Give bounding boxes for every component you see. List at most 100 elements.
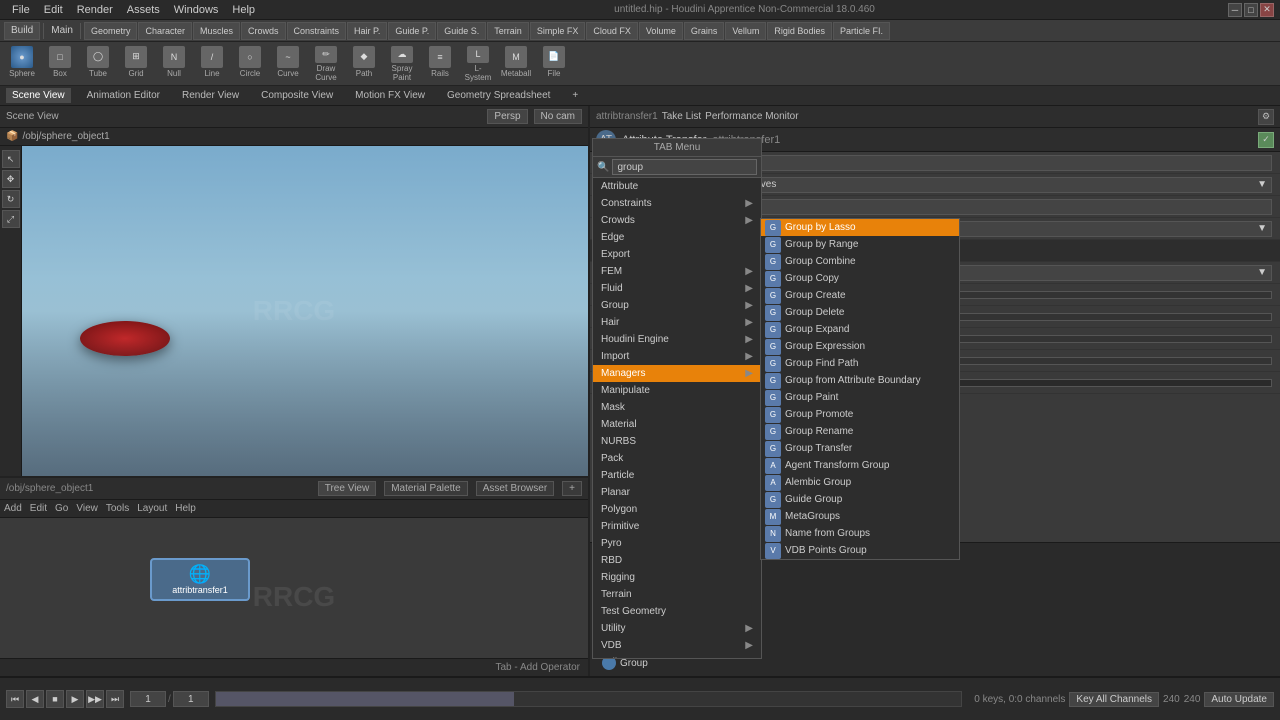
node-menu-help[interactable]: Help — [175, 503, 196, 514]
menu-item-managers[interactable]: Managers ▶ — [593, 365, 761, 382]
close-button[interactable]: ✕ — [1260, 3, 1274, 17]
node-menu-view[interactable]: View — [76, 503, 98, 514]
menu-item-fem[interactable]: FEM ▶ — [593, 263, 761, 280]
menu-item-planar[interactable]: Planar — [593, 484, 761, 501]
menu-item-export[interactable]: Export — [593, 246, 761, 263]
tab-composite-view[interactable]: Composite View — [255, 88, 339, 103]
shelf-drawcurve[interactable]: ✏ Draw Curve — [308, 44, 344, 84]
add-tab-button[interactable]: + — [566, 88, 584, 103]
menu-item-group[interactable]: Group ▶ — [593, 297, 761, 314]
maximize-button[interactable]: □ — [1244, 3, 1258, 17]
rewind-button[interactable]: ⏮ — [6, 690, 24, 708]
rotate-tool[interactable]: ↻ — [2, 190, 20, 208]
node-menu-edit[interactable]: Edit — [30, 503, 47, 514]
shelf-lsystem[interactable]: L L-System — [460, 44, 496, 84]
shelf-tab-guide-p[interactable]: Guide P. — [388, 22, 436, 40]
submenu-group-expand[interactable]: G Group Expand — [761, 321, 959, 338]
material-palette-tab[interactable]: Material Palette — [384, 481, 467, 496]
menu-item-attribute[interactable]: Attribute — [593, 178, 761, 195]
asset-browser-tab[interactable]: Asset Browser — [476, 481, 554, 496]
tree-view-tab[interactable]: Tree View — [318, 481, 376, 496]
submenu-alembic-group[interactable]: A Alembic Group — [761, 474, 959, 491]
node-menu-tools[interactable]: Tools — [106, 503, 129, 514]
submenu-group-expression[interactable]: G Group Expression — [761, 338, 959, 355]
shelf-circle[interactable]: ○ Circle — [232, 44, 268, 84]
submenu-group-promote[interactable]: G Group Promote — [761, 406, 959, 423]
tab-scene-view[interactable]: Scene View — [6, 88, 71, 103]
menu-item-terrain[interactable]: Terrain — [593, 586, 761, 603]
attribtransfer-node[interactable]: 🌐 attribtransfer1 — [150, 558, 250, 601]
play-button[interactable]: ▶ — [66, 690, 84, 708]
take-list-tab[interactable]: Take List — [662, 111, 701, 122]
menu-item-pyro[interactable]: Pyro — [593, 535, 761, 552]
shelf-tab-constraints[interactable]: Constraints — [287, 22, 347, 40]
menu-item-polygon[interactable]: Polygon — [593, 501, 761, 518]
build-button[interactable]: Build — [4, 22, 40, 40]
shelf-box[interactable]: □ Box — [42, 44, 78, 84]
shelf-metaball[interactable]: M Metaball — [498, 44, 534, 84]
3d-viewport[interactable]: RRCG ↖ ✥ ↻ ⤢ — [0, 146, 588, 476]
submenu-group-delete[interactable]: G Group Delete — [761, 304, 959, 321]
submenu-group-by-range[interactable]: G Group by Range — [761, 236, 959, 253]
shelf-tab-rigid[interactable]: Rigid Bodies — [767, 22, 832, 40]
menu-item-import[interactable]: Import ▶ — [593, 348, 761, 365]
shelf-tab-guide-s[interactable]: Guide S. — [437, 22, 486, 40]
menu-item-manipulate[interactable]: Manipulate — [593, 382, 761, 399]
menu-item-constraints[interactable]: Constraints ▶ — [593, 195, 761, 212]
select-tool[interactable]: ↖ — [2, 150, 20, 168]
minimize-button[interactable]: ─ — [1228, 3, 1242, 17]
tab-animation-editor[interactable]: Animation Editor — [81, 88, 166, 103]
shelf-tab-simplefx[interactable]: Simple FX — [530, 22, 586, 40]
menu-item-crowds[interactable]: Crowds ▶ — [593, 212, 761, 229]
performance-monitor-tab[interactable]: Performance Monitor — [705, 111, 798, 122]
submenu-group-transfer[interactable]: G Group Transfer — [761, 440, 959, 457]
menu-item-rigging[interactable]: Rigging — [593, 569, 761, 586]
shelf-curve[interactable]: ~ Curve — [270, 44, 306, 84]
shelf-tab-particle[interactable]: Particle FI. — [833, 22, 890, 40]
menu-item-material[interactable]: Material — [593, 416, 761, 433]
node-menu-layout[interactable]: Layout — [137, 503, 167, 514]
shelf-tab-volume[interactable]: Volume — [639, 22, 683, 40]
shelf-tab-hair[interactable]: Hair P. — [347, 22, 387, 40]
key-all-channels-button[interactable]: Key All Channels — [1069, 692, 1159, 707]
shelf-file[interactable]: 📄 File — [536, 44, 572, 84]
submenu-group-from-attrib-boundary[interactable]: G Group from Attribute Boundary — [761, 372, 959, 389]
submenu-group-rename[interactable]: G Group Rename — [761, 423, 959, 440]
current-frame-input[interactable]: 1 — [130, 691, 166, 707]
menu-file[interactable]: File — [6, 2, 36, 18]
next-frame-button[interactable]: ▶▶ — [86, 690, 104, 708]
menu-item-edge[interactable]: Edge — [593, 229, 761, 246]
shelf-rails[interactable]: ≡ Rails — [422, 44, 458, 84]
menu-item-mask[interactable]: Mask — [593, 399, 761, 416]
menu-item-vdb[interactable]: VDB ▶ — [593, 637, 761, 654]
shelf-path[interactable]: ◆ Path — [346, 44, 382, 84]
shelf-sphere[interactable]: ● Sphere — [4, 44, 40, 84]
shelf-spraypaint[interactable]: ☁ Spray Paint — [384, 44, 420, 84]
add-panel-button[interactable]: + — [562, 481, 582, 496]
move-tool[interactable]: ✥ — [2, 170, 20, 188]
submenu-agent-transform-group[interactable]: A Agent Transform Group — [761, 457, 959, 474]
menu-assets[interactable]: Assets — [121, 2, 166, 18]
shelf-tube[interactable]: ◯ Tube — [80, 44, 116, 84]
menu-item-vellum[interactable]: Vellum ▶ — [593, 654, 761, 658]
end-frame-input[interactable]: 1 — [173, 691, 209, 707]
shelf-tab-muscles[interactable]: Muscles — [193, 22, 240, 40]
shelf-tab-geometry[interactable]: Geometry — [84, 22, 138, 40]
menu-item-houdini-engine[interactable]: Houdini Engine ▶ — [593, 331, 761, 348]
shelf-grid[interactable]: ⊞ Grid — [118, 44, 154, 84]
shelf-tab-grains[interactable]: Grains — [684, 22, 725, 40]
shelf-tab-terrain[interactable]: Terrain — [487, 22, 529, 40]
submenu-group-find-path[interactable]: G Group Find Path — [761, 355, 959, 372]
menu-item-rbd[interactable]: RBD — [593, 552, 761, 569]
no-cam-button[interactable]: No cam — [534, 109, 582, 124]
menu-windows[interactable]: Windows — [168, 2, 225, 18]
menu-edit[interactable]: Edit — [38, 2, 69, 18]
timeline-track[interactable] — [215, 691, 962, 707]
submenu-group-create[interactable]: G Group Create — [761, 287, 959, 304]
shelf-tab-character[interactable]: Character — [138, 22, 192, 40]
menu-render[interactable]: Render — [71, 2, 119, 18]
submenu-group-combine[interactable]: G Group Combine — [761, 253, 959, 270]
node-menu-go[interactable]: Go — [55, 503, 68, 514]
tab-motion-fx[interactable]: Motion FX View — [349, 88, 431, 103]
shelf-line[interactable]: / Line — [194, 44, 230, 84]
